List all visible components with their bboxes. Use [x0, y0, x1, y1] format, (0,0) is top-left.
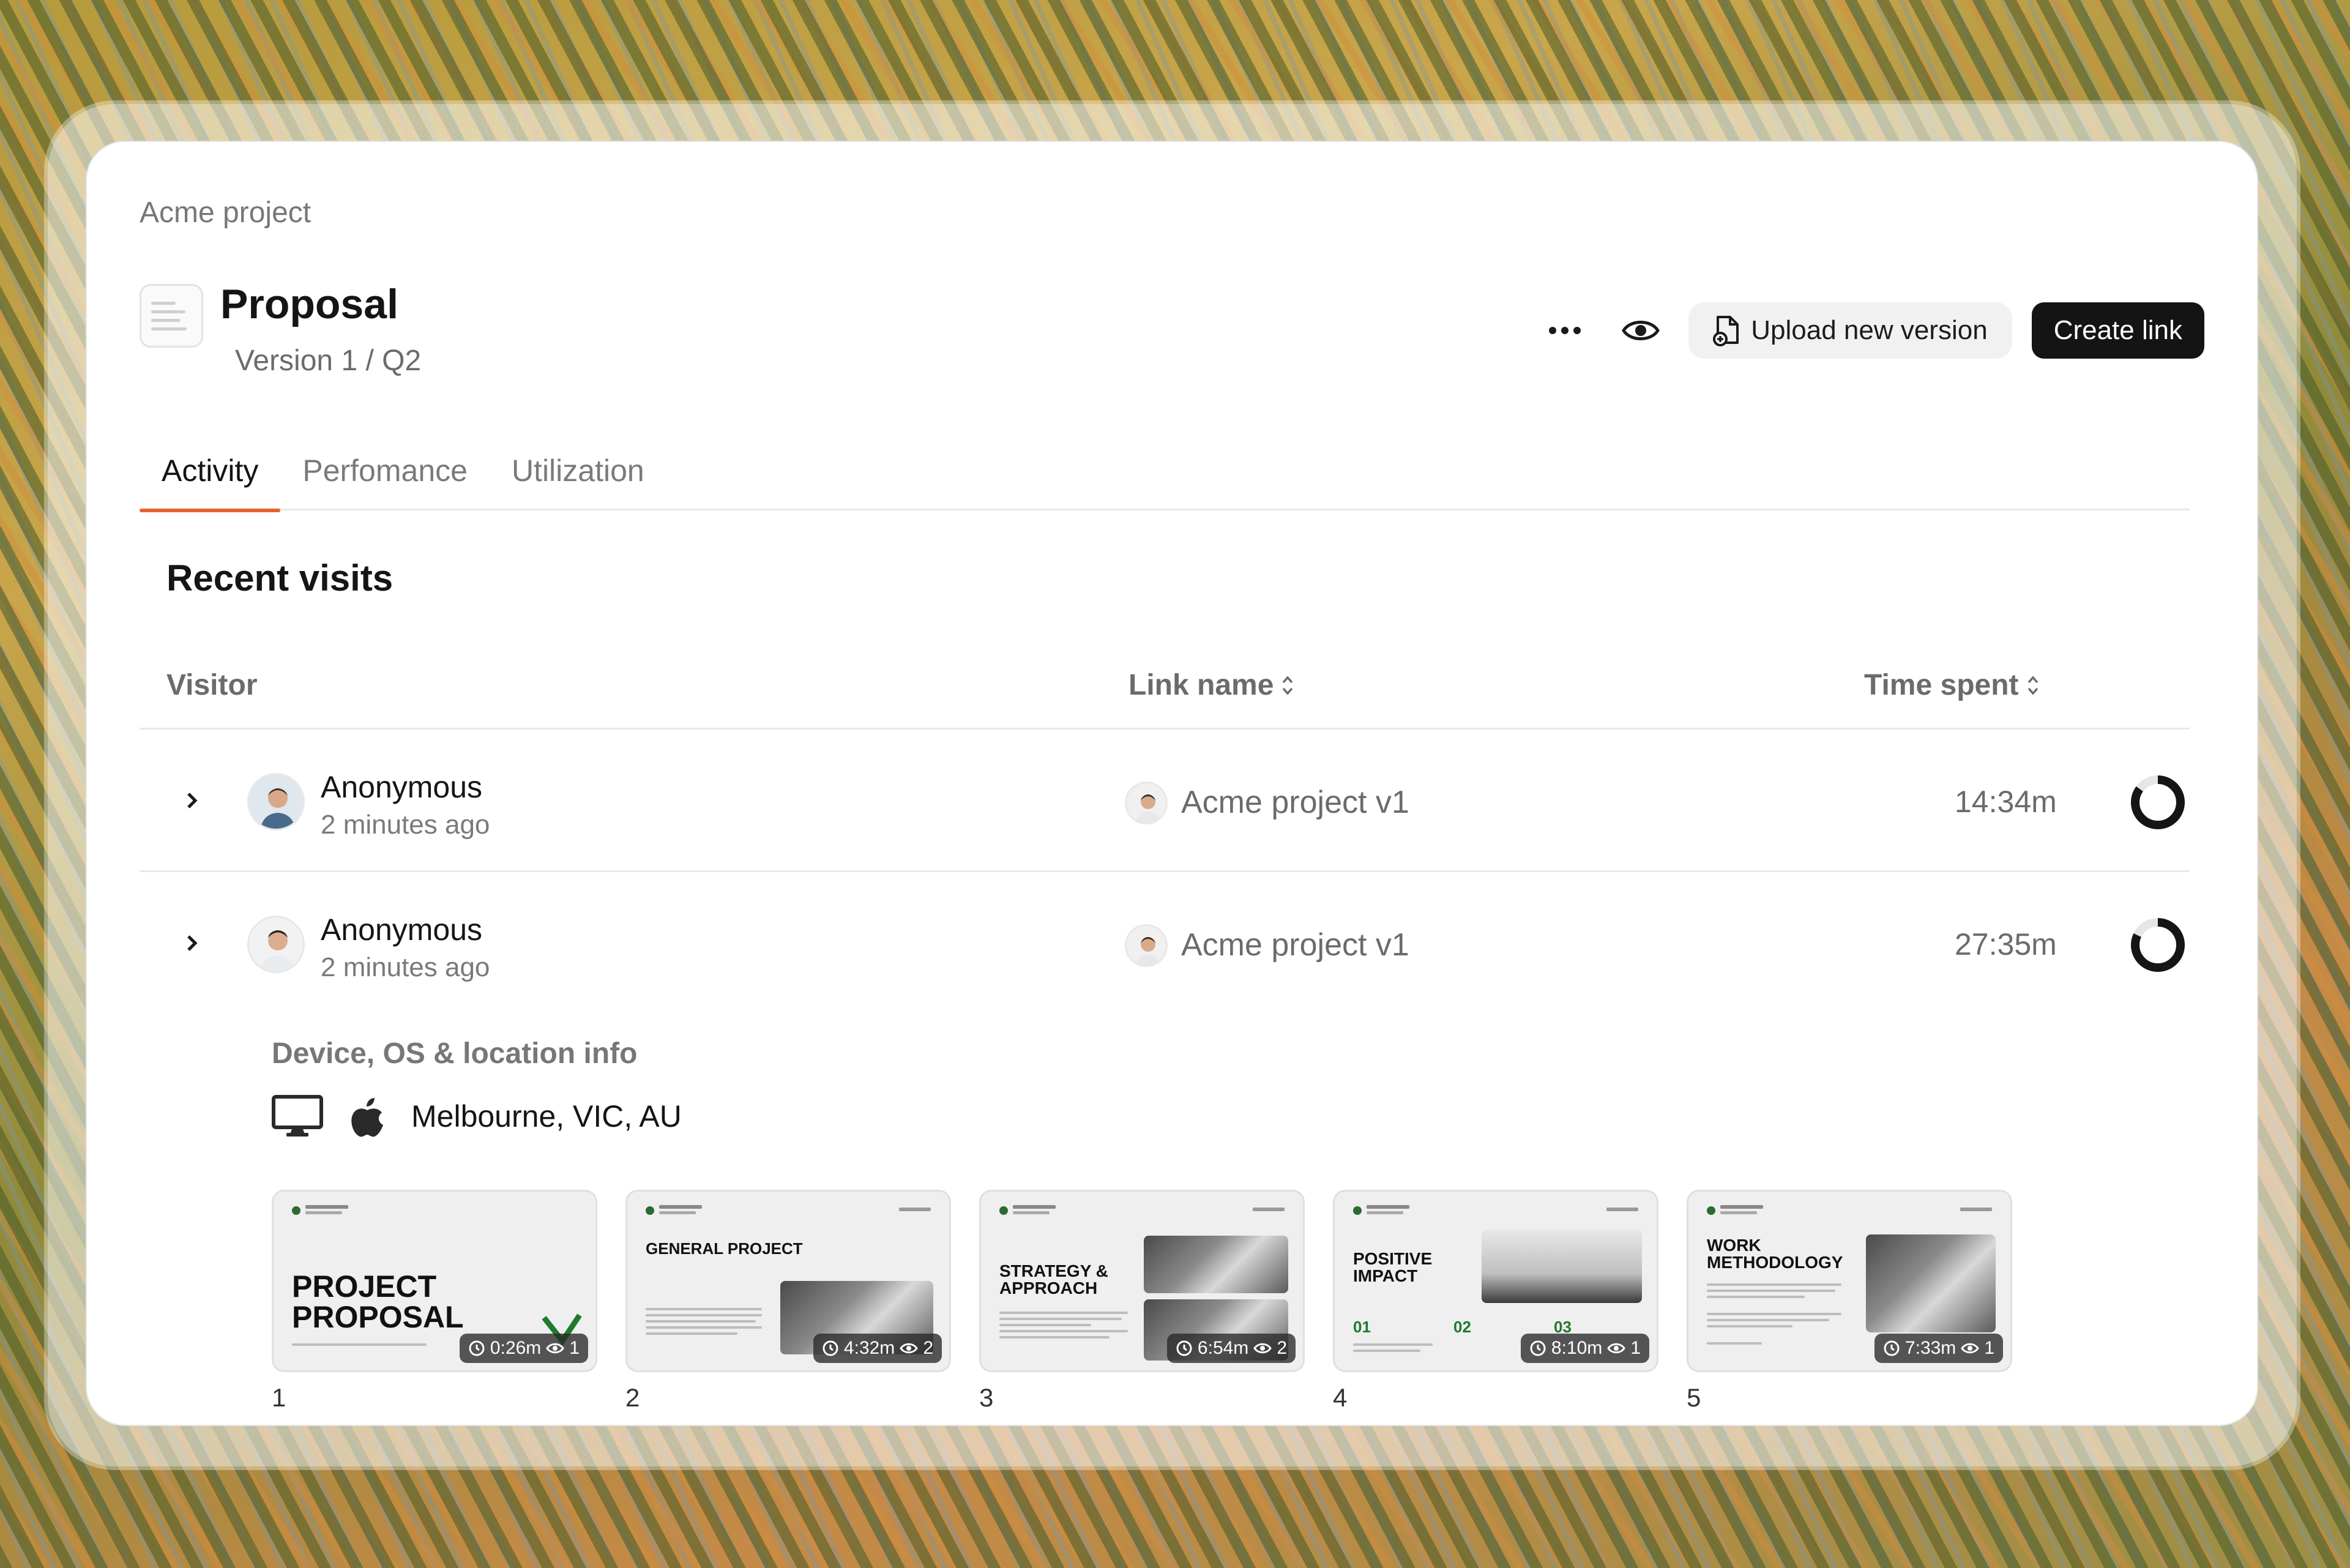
column-link-name[interactable]: Link name — [1128, 668, 1294, 702]
slide-stats-badge: 7:33m 1 — [1874, 1334, 2003, 1363]
slide-thumbnail[interactable]: GENERAL PROJECT 4:32m 2 — [625, 1190, 951, 1372]
slide-stats-badge: 6:54m 2 — [1166, 1334, 1296, 1363]
link-avatar — [1125, 924, 1168, 967]
link-name[interactable]: Acme project v1 — [1181, 784, 1409, 821]
slide-thumbnail[interactable]: PROJECT PROPOSAL 0:26m 1 — [272, 1190, 597, 1372]
eye-icon — [1961, 1343, 1980, 1354]
tab-performance[interactable]: Perfomance — [280, 431, 490, 510]
slide-time: 6:54m — [1197, 1338, 1249, 1358]
chevron-right-icon[interactable] — [176, 785, 207, 816]
device-info-title: Device, OS & location info — [272, 1037, 638, 1070]
file-upload-icon — [1713, 316, 1739, 346]
visit-time: 2 minutes ago — [321, 952, 490, 982]
document-thumbnail — [140, 284, 203, 348]
more-horizontal-icon — [1549, 327, 1581, 334]
visit-time: 2 minutes ago — [321, 810, 490, 840]
toolbar: Upload new version Create link — [1537, 302, 2204, 359]
column-visitor-label: Visitor — [166, 669, 258, 701]
slide-thumbnail[interactable]: POSITIVE IMPACT 01 02 03 8:10m 1 — [1333, 1190, 1658, 1372]
column-link-name-label: Link name — [1128, 669, 1274, 701]
recent-visits-title: Recent visits — [166, 558, 394, 599]
clock-icon — [1884, 1340, 1900, 1356]
sort-icon — [1283, 675, 1293, 695]
time-spent: 14:34m — [1955, 785, 2057, 819]
slide-thumbnail[interactable]: STRATEGY & APPROACH 6:54m 2 — [979, 1190, 1305, 1372]
link-name[interactable]: Acme project v1 — [1181, 927, 1409, 963]
breadcrumb[interactable]: Acme project — [140, 196, 311, 230]
slide-stats-badge: 4:32m 2 — [813, 1334, 942, 1363]
table-row[interactable]: Anonymous 2 minutes ago Acme project v1 … — [140, 874, 2190, 1015]
more-options-button[interactable] — [1537, 302, 1593, 359]
slide-number: 5 — [1687, 1383, 1701, 1412]
slide-heading: POSITIVE IMPACT — [1353, 1249, 1433, 1285]
create-link-button[interactable]: Create link — [2031, 302, 2204, 359]
clock-icon — [822, 1340, 838, 1356]
page-title: Proposal — [220, 281, 398, 327]
document-panel: Acme project Proposal Version 1 / Q2 Upl… — [86, 141, 2258, 1426]
clock-icon — [1176, 1340, 1192, 1356]
slide-stats-badge: 8:10m 1 — [1520, 1334, 1649, 1363]
tab-bar: Activity Perfomance Utilization — [140, 431, 2190, 512]
avatar — [247, 916, 305, 973]
eye-icon — [1253, 1343, 1272, 1354]
slide-item[interactable]: GENERAL PROJECT 4:32m 2 2 — [625, 1190, 951, 1413]
slide-heading: STRATEGY & APPROACH — [999, 1261, 1108, 1297]
slide-list: PROJECT PROPOSAL 0:26m 1 1 GENERAL PROJE… — [272, 1190, 2012, 1413]
slide-time: 7:33m — [1904, 1338, 1956, 1358]
column-time-spent-label: Time spent — [1864, 669, 2019, 701]
slide-stats-badge: 0:26m 1 — [459, 1334, 588, 1363]
slide-item[interactable]: POSITIVE IMPACT 01 02 03 8:10m 1 4 — [1333, 1190, 1658, 1413]
visitor-name: Anonymous — [321, 770, 483, 804]
time-spent: 27:35m — [1955, 927, 2057, 961]
preview-button[interactable] — [1613, 302, 1669, 359]
slide-views: 2 — [923, 1338, 933, 1358]
slide-views: 1 — [569, 1338, 580, 1358]
slide-views: 1 — [1630, 1338, 1641, 1358]
slide-time: 8:10m — [1551, 1338, 1603, 1358]
table-row[interactable]: Anonymous 2 minutes ago Acme project v1 … — [140, 731, 2190, 872]
desktop-icon — [272, 1095, 323, 1137]
eye-icon — [1607, 1343, 1626, 1354]
avatar — [247, 773, 305, 831]
slide-item[interactable]: WORK METHODOLOGY 7:33m 1 5 — [1687, 1190, 2012, 1413]
sort-icon — [2027, 675, 2038, 695]
device-info-row: Melbourne, VIC, AU — [272, 1094, 682, 1138]
tab-utilization[interactable]: Utilization — [490, 431, 666, 510]
column-visitor: Visitor — [166, 668, 258, 702]
progress-ring — [2131, 775, 2185, 829]
slide-item[interactable]: PROJECT PROPOSAL 0:26m 1 1 — [272, 1190, 597, 1413]
slide-thumbnail[interactable]: WORK METHODOLOGY 7:33m 1 — [1687, 1190, 2012, 1372]
slide-time: 4:32m — [843, 1338, 895, 1358]
tab-activity[interactable]: Activity — [140, 431, 281, 512]
location-text: Melbourne, VIC, AU — [411, 1099, 682, 1133]
slide-number: 2 — [625, 1383, 640, 1412]
slide-time: 0:26m — [490, 1338, 542, 1358]
slide-heading: WORK METHODOLOGY — [1707, 1236, 1843, 1272]
eye-icon — [1622, 321, 1660, 340]
eye-icon — [546, 1343, 565, 1354]
apple-icon — [351, 1098, 383, 1137]
clock-icon — [1530, 1340, 1546, 1356]
slide-views: 1 — [1984, 1338, 1994, 1358]
slide-number: 3 — [979, 1383, 994, 1412]
upload-new-version-button[interactable]: Upload new version — [1688, 302, 2012, 359]
visitor-name: Anonymous — [321, 913, 483, 947]
slide-views: 2 — [1277, 1338, 1287, 1358]
eye-icon — [900, 1343, 919, 1354]
clock-icon — [469, 1340, 485, 1356]
link-avatar — [1125, 782, 1168, 824]
visits-table-header: Visitor Link name Time spent — [140, 644, 2190, 730]
upload-new-version-label: Upload new version — [1751, 315, 1988, 345]
progress-ring — [2131, 918, 2185, 972]
slide-heading: GENERAL PROJECT — [646, 1239, 803, 1258]
document-version[interactable]: Version 1 / Q2 — [235, 344, 421, 378]
column-time-spent[interactable]: Time spent — [1864, 668, 2040, 702]
slide-item[interactable]: STRATEGY & APPROACH 6:54m 2 3 — [979, 1190, 1305, 1413]
chevron-right-icon[interactable] — [176, 928, 207, 958]
slide-heading: PROJECT PROPOSAL — [292, 1269, 464, 1334]
slide-number: 4 — [1333, 1383, 1348, 1412]
slide-number: 1 — [272, 1383, 286, 1412]
